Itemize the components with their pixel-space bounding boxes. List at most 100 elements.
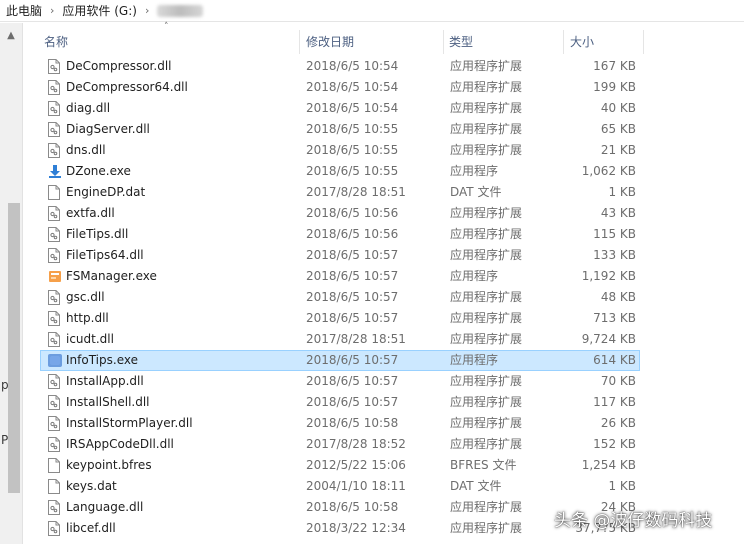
file-size: 1 KB [608, 185, 636, 199]
file-type: 应用程序扩展 [450, 101, 523, 115]
blank-file-icon [48, 479, 60, 494]
file-row[interactable]: dns.dll 2018/6/5 10:55 应用程序扩展 21 KB [40, 140, 640, 161]
file-size: 115 KB [593, 227, 636, 241]
file-row[interactable]: gsc.dll 2018/6/5 10:57 应用程序扩展 48 KB [40, 287, 640, 308]
file-type: 应用程序扩展 [450, 248, 523, 262]
column-header-type[interactable]: 类型 [449, 28, 473, 56]
watermark-text: 头条 @波仔数码科技 [554, 511, 713, 531]
file-row[interactable]: DZone.exe 2018/6/5 10:55 应用程序 1,062 KB [40, 161, 640, 182]
file-date: 2017/8/28 18:51 [306, 332, 406, 346]
file-row[interactable]: keys.dat 2004/1/10 18:11 DAT 文件 1 KB [40, 476, 640, 497]
chevron-right-icon[interactable]: › [50, 4, 54, 17]
file-row[interactable]: Language.dll 2018/6/5 10:58 应用程序扩展 24 KB [40, 497, 640, 518]
file-size: 21 KB [600, 143, 636, 157]
column-header-row: 名称 ˄ 修改日期 类型 大小 [22, 22, 744, 56]
scroll-up-arrow-icon[interactable]: ▲ [6, 31, 16, 41]
dll-file-icon [48, 143, 60, 158]
column-divider[interactable] [299, 30, 300, 54]
file-type: BFRES 文件 [450, 458, 517, 472]
file-size: 65 KB [600, 122, 636, 136]
file-row[interactable]: extfa.dll 2018/6/5 10:56 应用程序扩展 43 KB [40, 203, 640, 224]
column-divider[interactable] [443, 30, 444, 54]
breadcrumb-folder-blurred[interactable] [157, 4, 204, 17]
file-type: 应用程序扩展 [450, 290, 523, 304]
file-row[interactable]: InstallShell.dll 2018/6/5 10:57 应用程序扩展 117 … [40, 392, 640, 413]
file-name: Language.dll [66, 500, 144, 514]
file-name: FileTips.dll [66, 227, 129, 241]
file-name: gsc.dll [66, 290, 105, 304]
file-row[interactable]: DeCompressor64.dll 2018/6/5 10:54 应用程序扩展 19… [40, 77, 640, 98]
dll-file-icon [48, 437, 60, 452]
blurred-exe-icon [48, 353, 62, 368]
chevron-right-icon[interactable]: › [145, 4, 149, 17]
file-date: 2018/6/5 10:57 [306, 374, 399, 388]
scrollbar-thumb[interactable] [8, 203, 20, 493]
dll-file-icon [48, 101, 60, 116]
file-name: diag.dll [66, 101, 111, 115]
file-name: keypoint.bfres [66, 458, 152, 472]
file-row[interactable]: libcef.dll 2018/3/22 12:34 应用程序扩展 37,7?5 KB [40, 518, 640, 539]
app-exe-icon [48, 269, 61, 284]
file-size: 199 KB [593, 80, 636, 94]
file-row[interactable]: FileTips.dll 2018/6/5 10:56 应用程序扩展 115 KB [40, 224, 640, 245]
file-date: 2018/6/5 10:55 [306, 143, 399, 157]
file-type: 应用程序扩展 [450, 416, 523, 430]
file-size: 614 KB [593, 353, 636, 367]
dll-file-icon [48, 500, 60, 515]
file-row[interactable]: diag.dll 2018/6/5 10:54 应用程序扩展 40 KB [40, 98, 640, 119]
file-date: 2018/6/5 10:57 [306, 269, 399, 283]
file-type: DAT 文件 [450, 479, 502, 493]
file-size: 1,254 KB [581, 458, 636, 472]
file-name: InstallShell.dll [66, 395, 150, 409]
file-date: 2018/6/5 10:57 [306, 290, 399, 304]
file-type: 应用程序扩展 [450, 395, 523, 409]
file-size: 713 KB [593, 311, 636, 325]
file-name: extfa.dll [66, 206, 115, 220]
file-date: 2018/6/5 10:56 [306, 206, 399, 220]
file-row[interactable]: FileTips64.dll 2018/6/5 10:57 应用程序扩展 133 KB [40, 245, 640, 266]
column-divider[interactable] [643, 30, 644, 54]
file-size: 70 KB [600, 374, 636, 388]
breadcrumb-drive[interactable]: 应用软件 (G:) [62, 2, 137, 19]
file-row[interactable]: InstallStormPlayer.dll 2018/6/5 10:58 应用程序… [40, 413, 640, 434]
file-name: InstallStormPlayer.dll [66, 416, 193, 430]
file-size: 117 KB [593, 395, 636, 409]
navigation-pane-scrollbar[interactable]: ▲ p P [0, 23, 23, 544]
file-row[interactable]: FSManager.exe 2018/6/5 10:57 应用程序 1,192 KB [40, 266, 640, 287]
file-size: 26 KB [600, 416, 636, 430]
column-divider[interactable] [563, 30, 564, 54]
dll-file-icon [48, 248, 60, 263]
dll-file-icon [48, 521, 60, 536]
file-type: 应用程序扩展 [450, 437, 523, 451]
breadcrumb-computer[interactable]: 此电脑 [6, 2, 42, 19]
file-row[interactable]: DeCompressor.dll 2018/6/5 10:54 应用程序扩展 167 … [40, 56, 640, 77]
file-row[interactable]: InfoTips.exe 2018/6/5 10:57 应用程序 614 KB [40, 350, 640, 371]
column-header-name[interactable]: 名称 [44, 28, 68, 56]
sort-ascending-icon: ˄ [164, 22, 169, 32]
file-size: 167 KB [593, 59, 636, 73]
blank-file-icon [48, 185, 60, 200]
file-name: DiagServer.dll [66, 122, 150, 136]
download-exe-icon [48, 164, 61, 179]
file-date: 2018/6/5 10:55 [306, 164, 399, 178]
file-name: InfoTips.exe [66, 353, 138, 367]
file-row[interactable]: icudt.dll 2017/8/28 18:51 应用程序扩展 9,724 KB [40, 329, 640, 350]
blank-file-icon [48, 458, 60, 473]
file-row[interactable]: EngineDP.dat 2017/8/28 18:51 DAT 文件 1 KB [40, 182, 640, 203]
file-row[interactable]: http.dll 2018/6/5 10:57 应用程序扩展 713 KB [40, 308, 640, 329]
dll-file-icon [48, 80, 60, 95]
file-size: 1,192 KB [581, 269, 636, 283]
file-row[interactable]: keypoint.bfres 2012/5/22 15:06 BFRES 文件 1,2… [40, 455, 640, 476]
dll-file-icon [48, 122, 60, 137]
file-name: FileTips64.dll [66, 248, 144, 262]
file-row[interactable]: DiagServer.dll 2018/6/5 10:55 应用程序扩展 65 KB [40, 119, 640, 140]
file-name: icudt.dll [66, 332, 114, 346]
file-date: 2018/6/5 10:54 [306, 80, 399, 94]
file-type: 应用程序扩展 [450, 311, 523, 325]
file-date: 2017/8/28 18:52 [306, 437, 406, 451]
column-header-size[interactable]: 大小 [570, 28, 594, 56]
file-type: 应用程序 [450, 353, 499, 367]
file-row[interactable]: InstallApp.dll 2018/6/5 10:57 应用程序扩展 70 KB [40, 371, 640, 392]
file-row[interactable]: IRSAppCodeDll.dll 2017/8/28 18:52 应用程序扩展 15… [40, 434, 640, 455]
column-header-date[interactable]: 修改日期 [306, 28, 354, 56]
